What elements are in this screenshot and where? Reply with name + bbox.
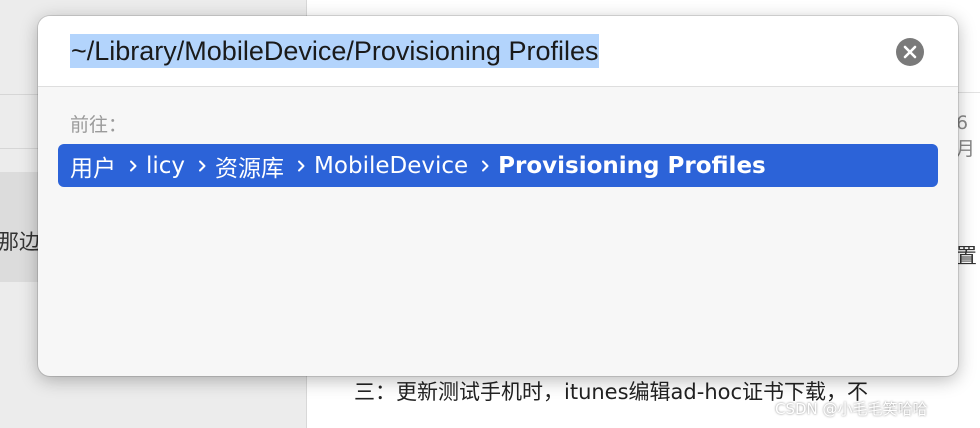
path-suggestion-row[interactable]: 用户 licy 资源库 MobileDevice Provisioning Pr…	[58, 144, 938, 187]
breadcrumb-library: 资源库	[215, 155, 285, 182]
path-input[interactable]: ~/Library/MobileDevice/Provisioning Prof…	[38, 16, 958, 87]
breadcrumb-provisioning-profiles: Provisioning Profiles	[498, 152, 766, 179]
chevron-right-icon	[128, 160, 138, 172]
breadcrumb-mobiledevice: MobileDevice	[314, 152, 469, 179]
goto-label: 前往：	[70, 114, 128, 136]
chevron-right-icon	[480, 160, 490, 172]
breadcrumb-users: 用户	[70, 155, 116, 182]
chevron-right-icon	[197, 160, 207, 172]
clear-button[interactable]	[896, 38, 924, 66]
close-circle-icon	[903, 45, 917, 59]
path-input-value[interactable]: ~/Library/MobileDevice/Provisioning Prof…	[70, 34, 600, 68]
background-content-text: 置	[956, 244, 977, 268]
breadcrumb-user-home: licy	[146, 152, 186, 179]
go-to-folder-dialog: ~/Library/MobileDevice/Provisioning Prof…	[38, 16, 958, 376]
background-sidebar-text: 那边	[0, 230, 40, 254]
chevron-right-icon	[296, 160, 306, 172]
watermark: CSDN @小毛毛笑哈哈	[775, 400, 928, 418]
background-date-text: 6月	[956, 112, 976, 160]
